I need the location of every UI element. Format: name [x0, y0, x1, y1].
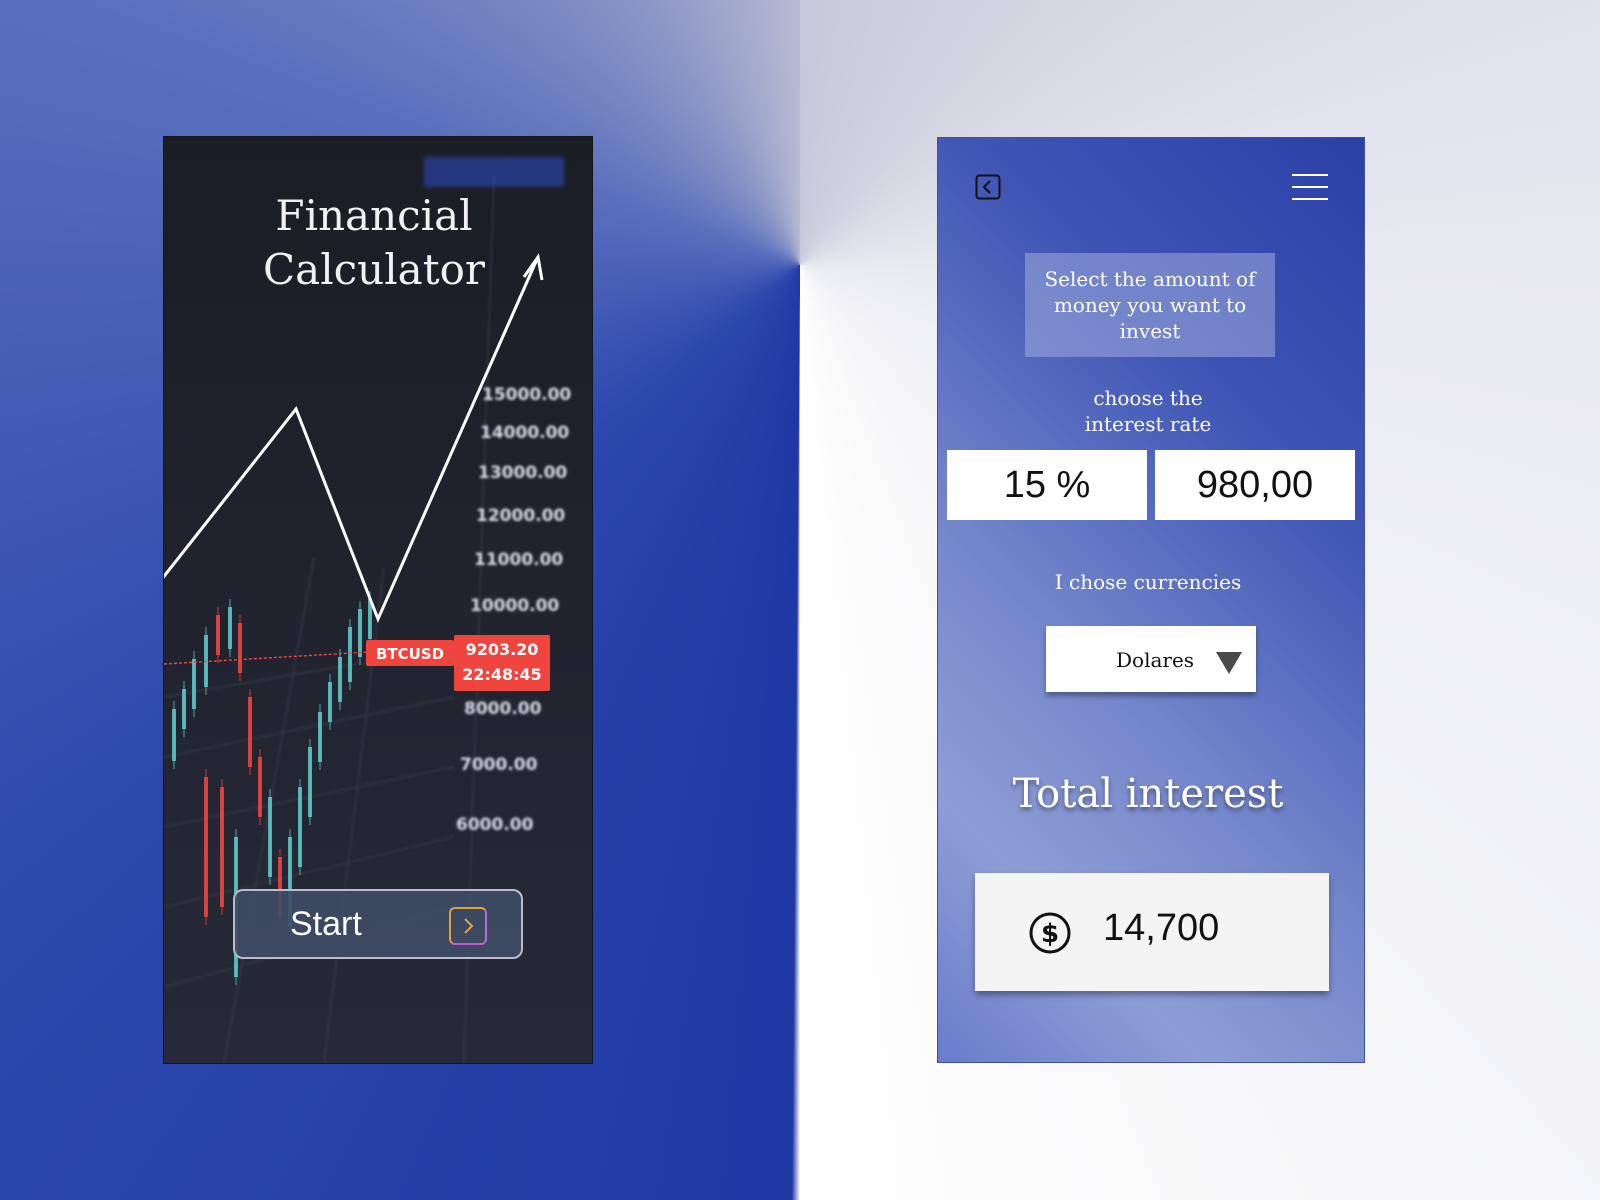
app-title-line2: Calculator [263, 245, 485, 294]
price-tick-label: 6000.00 [456, 815, 534, 835]
candle-body [298, 787, 302, 867]
time-label: 22:48:45 [462, 665, 542, 684]
candle-body [308, 747, 312, 817]
candle-body [328, 682, 332, 722]
price-tick-label: 15000.00 [482, 385, 571, 405]
candle-body [348, 627, 352, 682]
back-arrow-icon[interactable] [975, 174, 1001, 200]
candle-body [192, 659, 196, 709]
total-interest-value: 14,700 [1103, 907, 1220, 949]
chart-header-tab [424, 157, 564, 187]
start-button[interactable]: Start [233, 889, 523, 959]
symbol-label: BTCUSD [376, 645, 444, 663]
price-tick-label: 8000.00 [464, 699, 542, 719]
amount-prompt-box[interactable]: Select the amount of money you want to i… [1025, 253, 1275, 357]
interest-rate-label: choose the interest rate [1048, 385, 1248, 437]
start-button-label: Start [290, 904, 362, 943]
candle-body [182, 689, 186, 729]
hamburger-menu-icon[interactable] [1290, 172, 1330, 202]
price-tick-label: 13000.00 [478, 463, 567, 483]
candle-body [228, 607, 232, 649]
candle-body [338, 657, 342, 702]
currency-dropdown[interactable]: Dolares [1046, 626, 1256, 692]
candle-body [258, 757, 262, 817]
price-tick-label: 7000.00 [460, 755, 538, 775]
interest-rate-input[interactable]: 15 % [947, 450, 1147, 520]
dollar-circle-icon: $ [1029, 912, 1071, 954]
total-interest-heading: Total interest [1012, 771, 1284, 817]
total-interest-result: $ 14,700 [975, 873, 1329, 991]
candle-body [248, 697, 252, 767]
price-tick-label: 12000.00 [476, 506, 565, 526]
interest-rate-label-line1: choose the [1093, 386, 1203, 410]
currency-label: I chose currencies [1054, 570, 1242, 594]
chevron-right-icon [449, 907, 487, 945]
calculator-screen: Select the amount of money you want to i… [937, 137, 1365, 1063]
app-title: Financial Calculator [234, 189, 514, 297]
interest-rate-label-line2: interest rate [1084, 412, 1212, 436]
candle-body [318, 712, 322, 762]
price-tick-label: 14000.00 [480, 423, 569, 443]
price-tick-label: 10000.00 [470, 596, 559, 616]
candle-body [172, 709, 176, 761]
dropdown-triangle-icon [1216, 652, 1242, 674]
candle-body [220, 787, 224, 907]
price-tick-label: 11000.00 [474, 550, 563, 570]
currency-selected-value: Dolares [1116, 648, 1195, 672]
candle-body [238, 623, 242, 673]
candle-body [204, 777, 208, 917]
investment-amount-input[interactable]: 980,00 [1155, 450, 1355, 520]
candle-body [216, 615, 220, 655]
svg-text:$: $ [1041, 919, 1059, 949]
app-title-line1: Financial [275, 191, 473, 240]
candle-body [268, 797, 272, 877]
candle-body [358, 609, 362, 657]
price-label: 9203.20 [466, 640, 539, 659]
intro-screen: 15000.00 14000.00 13000.00 12000.00 1100… [164, 137, 592, 1063]
